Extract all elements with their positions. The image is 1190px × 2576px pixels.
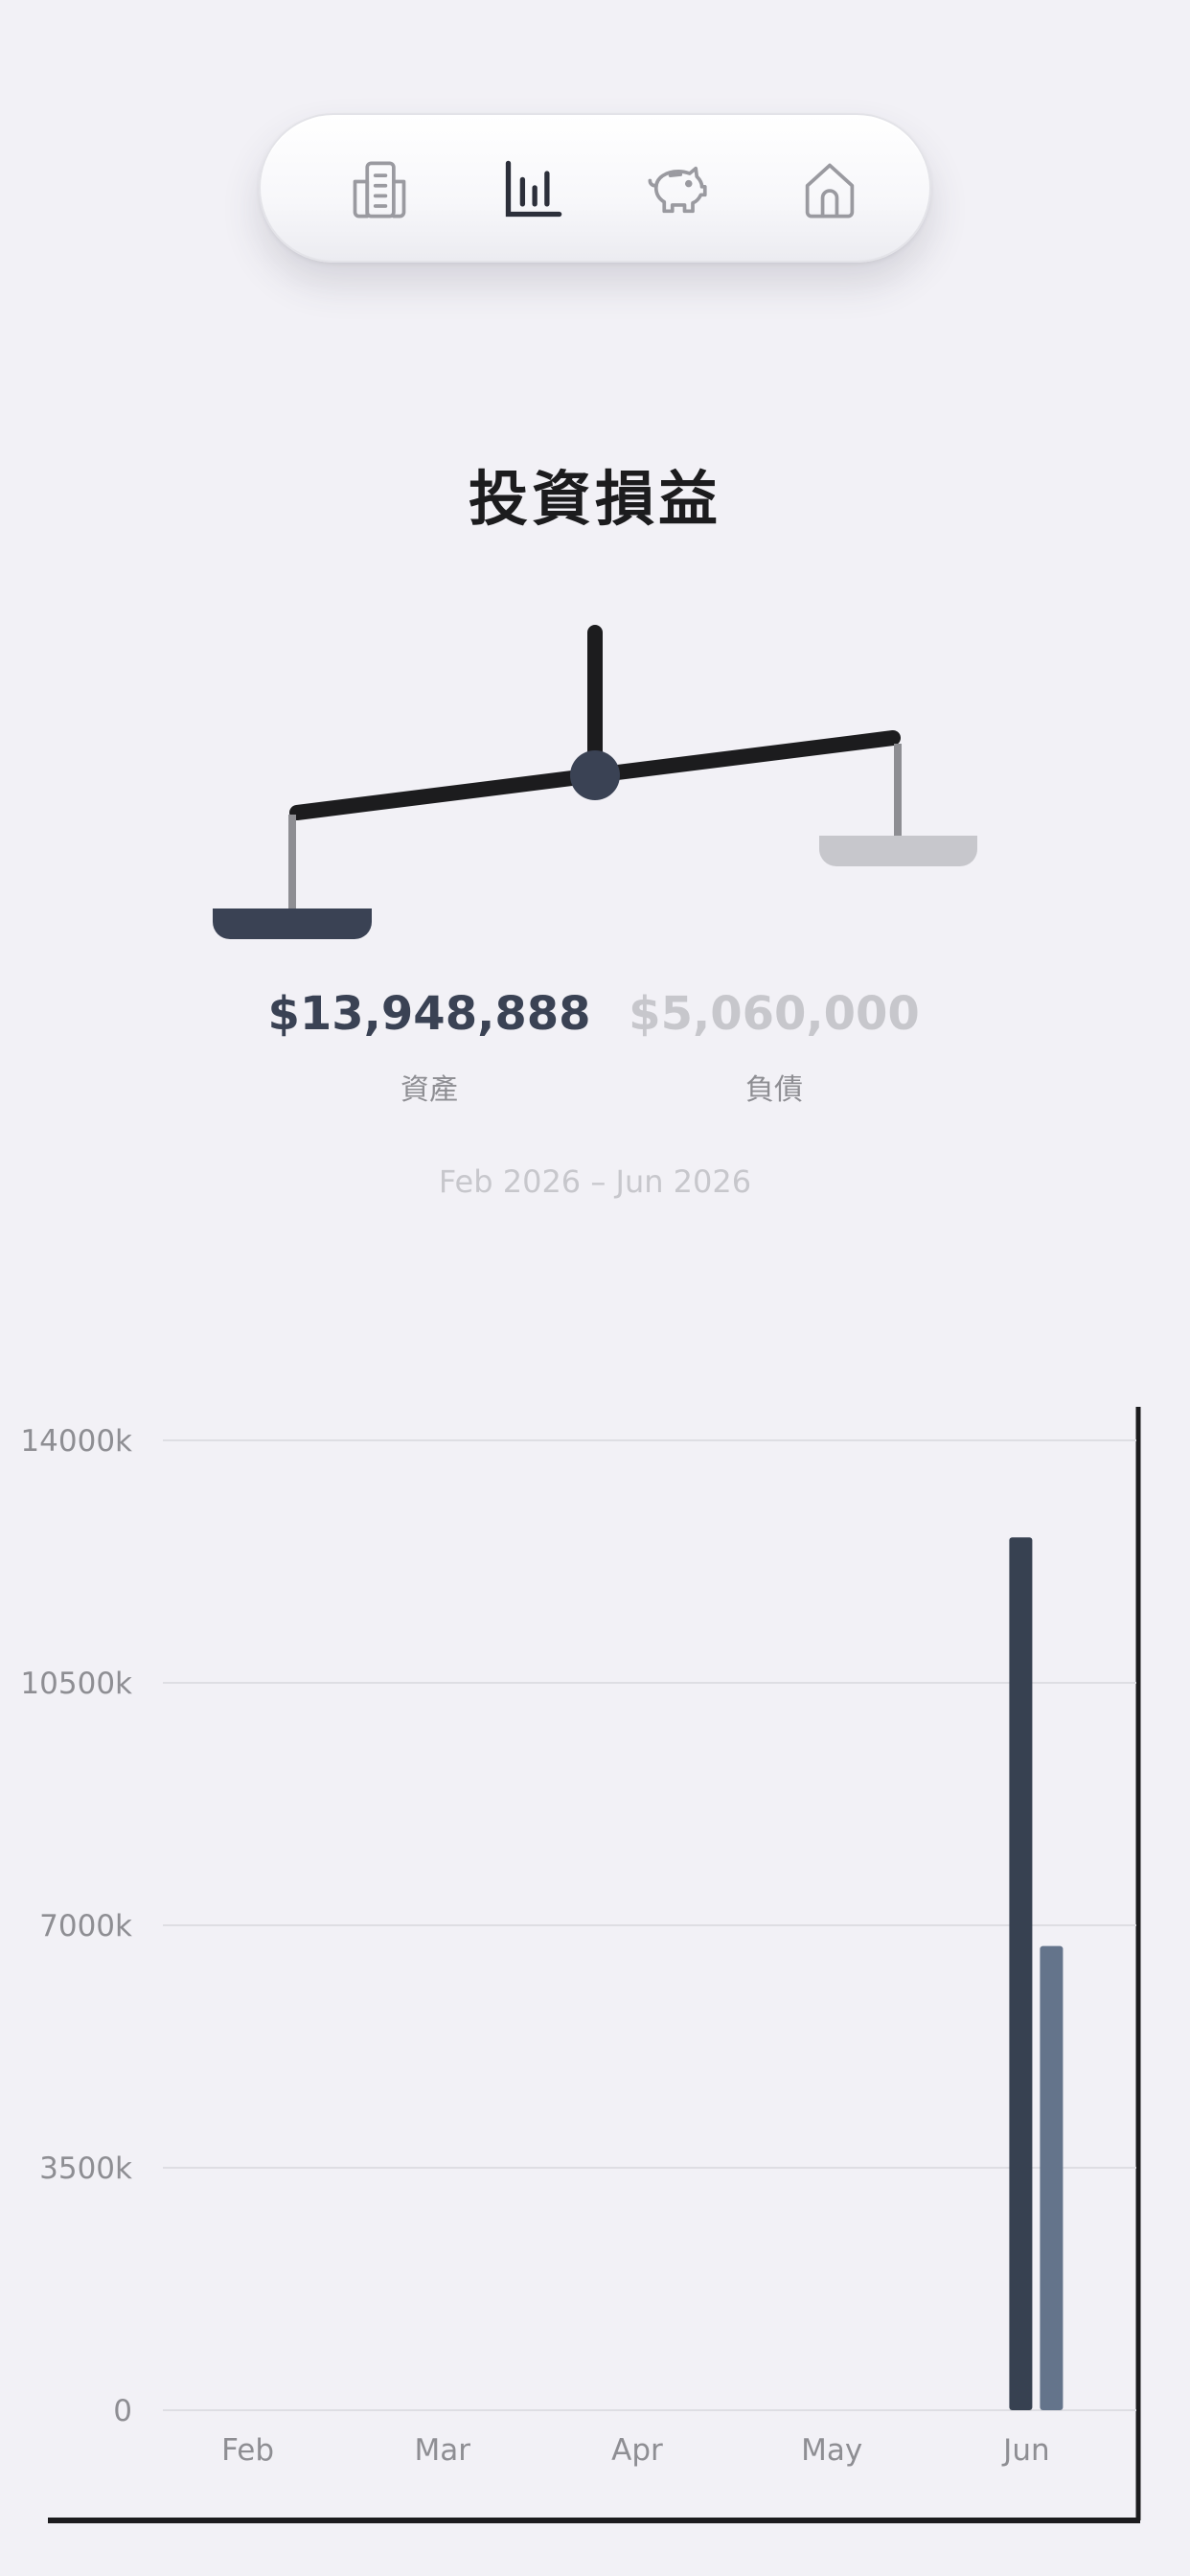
nav-building-button[interactable]: [341, 151, 418, 228]
date-range: Feb 2026 – Jun 2026: [438, 1163, 752, 1200]
scale-pivot: [570, 750, 620, 800]
bar-jun-series-1[interactable]: [1009, 1537, 1033, 2410]
scale-left-pan: [213, 908, 372, 939]
nav-chart-button[interactable]: [494, 151, 571, 228]
x-tick-label: Feb: [221, 2433, 274, 2468]
x-tick-label: Mar: [415, 2433, 471, 2468]
building-icon: [353, 161, 406, 218]
bar-chart-icon: [505, 160, 562, 218]
bar-jun-series-2[interactable]: [1040, 1945, 1064, 2410]
liabilities-amount: $5,060,000: [629, 987, 920, 1041]
x-tick-label: May: [801, 2433, 862, 2468]
assets-amount: $13,948,888: [267, 987, 591, 1041]
x-tick-label: Apr: [611, 2433, 663, 2468]
nav-savings-button[interactable]: [638, 151, 715, 228]
assets-label: 資產: [400, 1073, 458, 1107]
liabilities-label: 負債: [745, 1073, 803, 1107]
assets-liabilities-bar-chart: 0 3500k 7000k 10500k 14000k Feb Mar Apr May Jun: [20, 1407, 1141, 2523]
nav-home-button[interactable]: [791, 151, 868, 228]
y-tick-label: 0: [113, 2394, 132, 2428]
x-tick-label: Jun: [1001, 2433, 1049, 2468]
balance-scale-illustration: [213, 625, 977, 939]
piggy-bank-icon: [648, 166, 707, 214]
y-tick-label: 7000k: [39, 1909, 132, 1944]
y-tick-label: 10500k: [20, 1667, 132, 1701]
y-tick-label: 3500k: [39, 2151, 132, 2186]
y-tick-label: 14000k: [20, 1424, 132, 1459]
scale-right-pan: [819, 836, 977, 866]
top-nav-bar: [259, 113, 931, 263]
page-title: 投資損益: [468, 464, 721, 534]
home-icon: [805, 163, 855, 218]
